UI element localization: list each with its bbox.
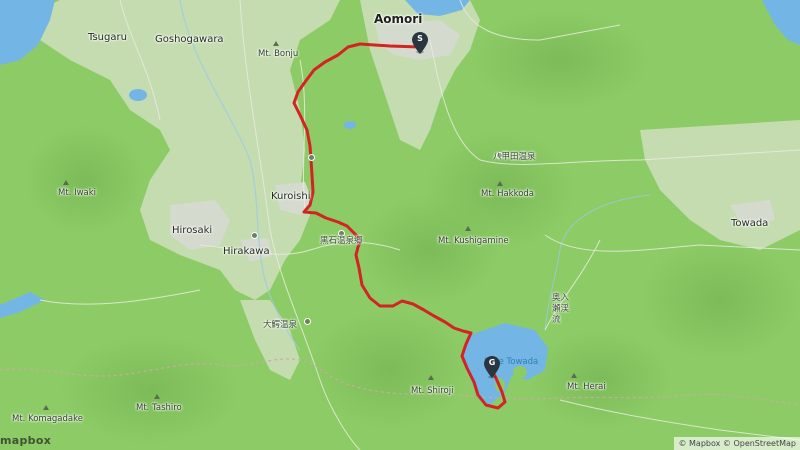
mountain-icon — [428, 375, 434, 380]
hill-shade — [25, 125, 145, 235]
hill-shade — [360, 195, 500, 305]
place-label-mt-kushigamine: Mt. Kushigamine — [438, 236, 509, 246]
map-attribution[interactable]: © Mapbox © OpenStreetMap — [674, 437, 800, 450]
mountain-icon — [497, 181, 503, 186]
place-label-towada: Towada — [731, 218, 769, 229]
mountain-icon — [43, 405, 49, 410]
mapbox-logo[interactable]: mapbox — [0, 434, 51, 447]
mountain-icon — [63, 180, 69, 185]
place-label-mt-iwaki: Mt. Iwaki — [58, 188, 97, 198]
hill-shade — [640, 240, 800, 360]
goal-marker[interactable]: G — [484, 356, 500, 378]
place-label-mt-bonju: Mt. Bonju — [258, 49, 299, 59]
mountain-icon — [154, 394, 160, 399]
city-dot-icon — [251, 232, 258, 239]
road-shield-icon — [308, 154, 315, 161]
mountain-icon — [571, 373, 577, 378]
place-label-hirakawa: Hirakawa — [223, 246, 270, 257]
place-label-hirosaki: Hirosaki — [172, 225, 213, 236]
hill-shade — [470, 10, 650, 110]
place-label-mt-tashiro: Mt. Tashiro — [136, 403, 182, 413]
place-label-owani-onsen: 大鰐温泉 — [263, 320, 298, 330]
onsen-poi-icon — [304, 318, 311, 325]
goal-marker-label: G — [488, 358, 496, 367]
place-label-hakkoda-onsen: 八甲田温泉 — [493, 152, 536, 162]
place-label-tsugaru: Tsugaru — [88, 32, 127, 43]
map-view[interactable]: Aomori Tsugaru Goshogawara Mt. Bonju Mt.… — [0, 0, 800, 450]
place-label-mt-komagadake: Mt. Komagadake — [12, 414, 83, 424]
start-marker[interactable]: S — [412, 32, 428, 54]
start-marker-label: S — [417, 34, 423, 43]
lake-peninsula — [513, 366, 527, 378]
map-canvas[interactable] — [0, 0, 800, 450]
mountain-icon — [273, 41, 279, 46]
hill-shade — [530, 330, 670, 430]
pond — [129, 89, 147, 101]
place-label-mt-hakkoda: Mt. Hakkoda — [481, 189, 535, 199]
mountain-icon — [465, 226, 471, 231]
place-label-mt-shiroji: Mt. Shiroji — [411, 386, 454, 396]
place-label-goshogawara: Goshogawara — [155, 34, 224, 45]
place-label-kuroishi: Kuroishi — [271, 191, 311, 202]
hill-shade — [60, 335, 240, 445]
place-label-oirase-keiryu: 奥入瀬渓流 — [552, 293, 570, 325]
place-label-kuroishi-onsen: 黒石温泉郷 — [320, 236, 363, 246]
pond — [344, 121, 356, 129]
place-label-mt-herai: Mt. Herai — [567, 382, 606, 392]
place-label-aomori: Aomori — [374, 12, 423, 26]
